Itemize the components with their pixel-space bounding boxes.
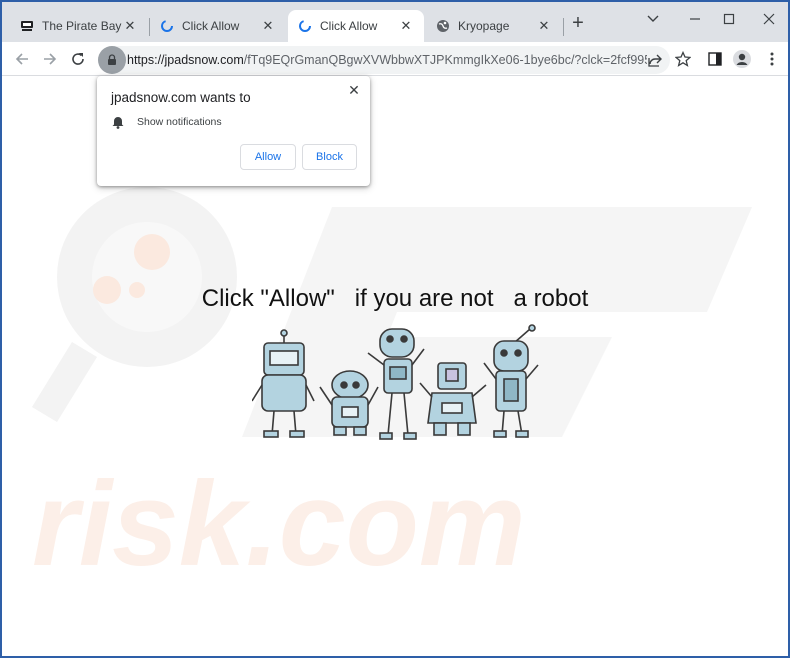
tab-click-allow-1[interactable]: Click Allow ✕ xyxy=(150,10,286,42)
notification-permission-popup: jpadsnow.com wants to ✕ Show notificatio… xyxy=(97,76,370,186)
new-tab-button[interactable]: + xyxy=(568,13,588,34)
tab-title: Kryopage xyxy=(458,19,510,33)
bookmark-star-icon[interactable] xyxy=(673,49,693,69)
share-icon[interactable] xyxy=(646,51,664,69)
permission-label: Show notifications xyxy=(137,116,222,128)
tab-title: The Pirate Bay - T xyxy=(42,19,122,33)
tab-separator xyxy=(563,18,564,36)
globe-icon xyxy=(436,19,450,33)
allow-button[interactable]: Allow xyxy=(240,144,296,170)
tab-title: Click Allow xyxy=(182,19,240,33)
menu-kebab-icon[interactable] xyxy=(762,49,782,69)
minimize-icon[interactable] xyxy=(684,8,706,30)
lock-icon[interactable] xyxy=(98,46,126,74)
close-window-icon[interactable] xyxy=(758,8,780,30)
tab-strip: The Pirate Bay - T ✕ Click Allow ✕ Click… xyxy=(2,2,788,42)
side-panel-icon[interactable] xyxy=(705,49,725,69)
url-host: https://jpadsnow.com xyxy=(127,53,244,67)
tab-title: Click Allow xyxy=(320,19,378,33)
bell-icon xyxy=(112,117,124,129)
url-path: /fTq9EQrGmanQBgwXVWbbwXTJPKmmgIkXe06-1by… xyxy=(243,53,647,67)
block-button[interactable]: Block xyxy=(302,144,357,170)
popup-title: jpadsnow.com wants to xyxy=(111,90,251,105)
reload-icon[interactable] xyxy=(68,49,88,69)
maximize-icon[interactable] xyxy=(718,8,740,30)
pirate-ship-icon xyxy=(20,19,34,33)
tab-click-allow-2[interactable]: Click Allow ✕ xyxy=(288,10,424,42)
browser-window: The Pirate Bay - T ✕ Click Allow ✕ Click… xyxy=(0,0,790,658)
profile-avatar-icon[interactable] xyxy=(732,49,752,69)
tab-kryopage[interactable]: Kryopage ✕ xyxy=(426,10,562,42)
close-tab-icon[interactable]: ✕ xyxy=(122,18,138,34)
tab-search-icon[interactable] xyxy=(642,8,664,30)
loading-icon xyxy=(160,19,174,33)
back-icon[interactable] xyxy=(12,49,32,69)
close-tab-icon[interactable]: ✕ xyxy=(536,18,552,34)
close-tab-icon[interactable]: ✕ xyxy=(398,18,414,34)
tab-pirate-bay[interactable]: The Pirate Bay - T ✕ xyxy=(10,10,148,42)
close-popup-icon[interactable]: ✕ xyxy=(346,82,362,98)
forward-icon[interactable] xyxy=(40,49,60,69)
address-bar[interactable]: https://jpadsnow.com/fTq9EQrGmanQBgwXVWb… xyxy=(98,46,670,74)
page-headline: Click "Allow" if you are not a robot xyxy=(201,285,589,312)
loading-icon xyxy=(298,19,312,33)
url-text[interactable]: https://jpadsnow.com/fTq9EQrGmanQBgwXVWb… xyxy=(127,46,647,74)
browser-toolbar: https://jpadsnow.com/fTq9EQrGmanQBgwXVWb… xyxy=(2,42,788,76)
close-tab-icon[interactable]: ✕ xyxy=(260,18,276,34)
robots-illustration xyxy=(252,324,539,440)
watermark-text: risk.com xyxy=(32,457,526,591)
